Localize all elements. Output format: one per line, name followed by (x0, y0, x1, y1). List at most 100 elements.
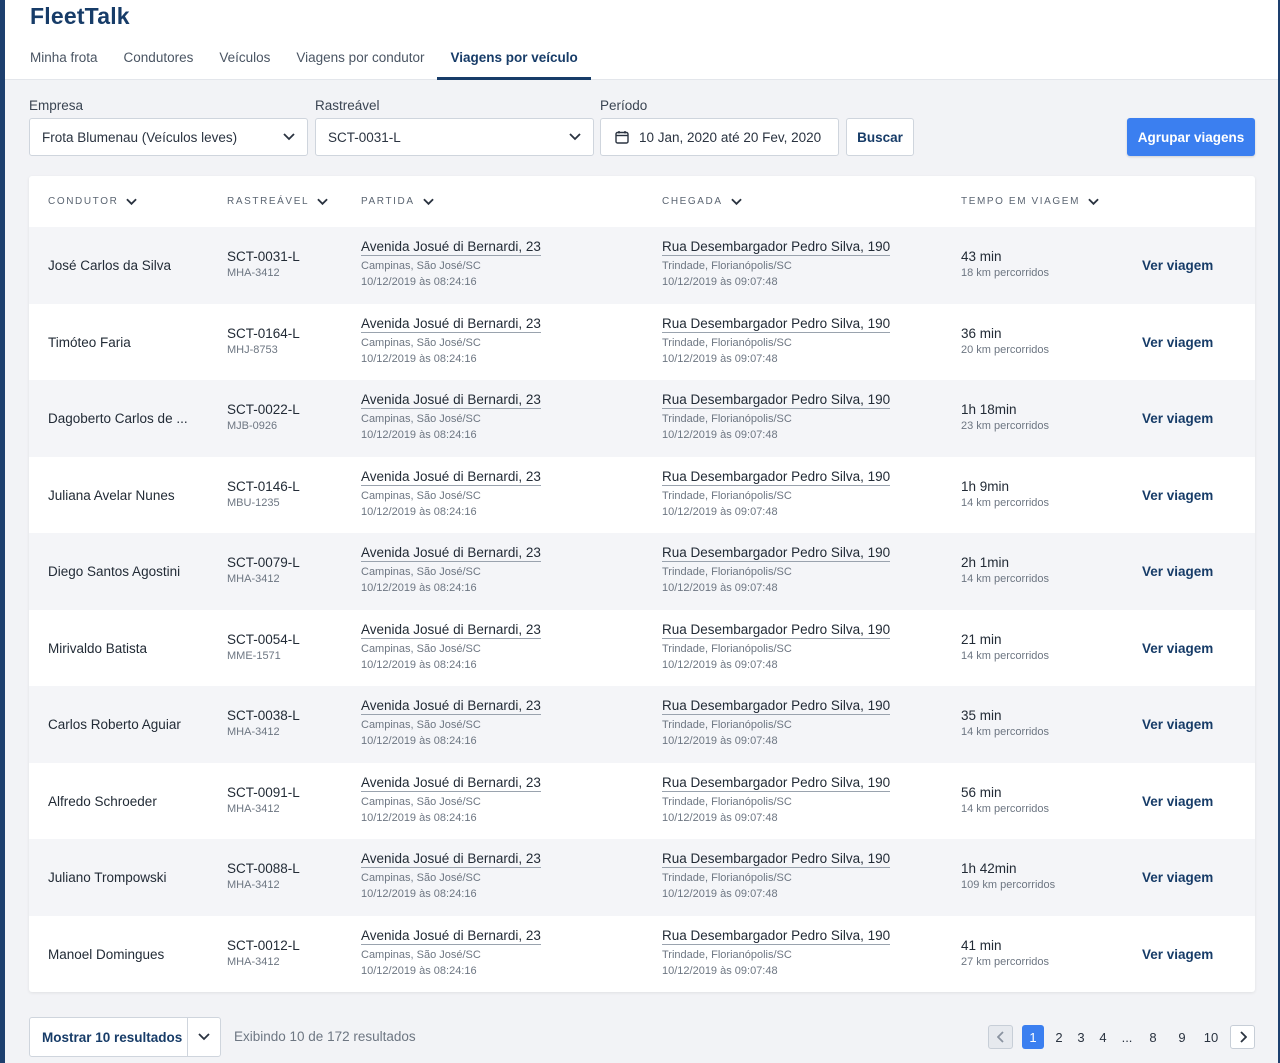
page-1[interactable]: 1 (1022, 1025, 1044, 1049)
tracker-select[interactable]: SCT-0031-L (315, 118, 594, 156)
page-9[interactable]: 9 (1172, 1025, 1192, 1049)
page-size-label: Mostrar 10 resultados (30, 1018, 188, 1056)
view-trip-link[interactable]: Ver viagem (1142, 947, 1213, 962)
departure-city: Campinas, São José/SC (361, 336, 481, 349)
table-header: CONDUTOR RASTREÁVEL PARTIDA CHEGADA TEMP… (29, 176, 1255, 227)
prev-page-button[interactable] (988, 1025, 1013, 1049)
departure-address-link[interactable]: Avenida Josué di Bernardi, 23 (361, 392, 541, 409)
page-size-dropdown-toggle[interactable] (188, 1018, 220, 1056)
arrival-city: Trindade, Florianópolis/SC (662, 948, 792, 961)
arrival-address-link[interactable]: Rua Desembargador Pedro Silva, 190 (662, 698, 891, 715)
trip-distance: 23 km percorridos (961, 420, 1050, 432)
departure-address-link[interactable]: Avenida Josué di Bernardi, 23 (361, 469, 541, 486)
arrival-address-link[interactable]: Rua Desembargador Pedro Silva, 190 (662, 545, 891, 562)
departure-address-link[interactable]: Avenida Josué di Bernardi, 23 (361, 545, 541, 562)
trip-duration: 35 min (961, 708, 1002, 723)
page-2[interactable]: 2 (1049, 1025, 1069, 1049)
arrival-city: Trindade, Florianópolis/SC (662, 566, 792, 578)
trip-duration: 2h 1min (961, 555, 1010, 570)
left-edge-bar (0, 0, 5, 1063)
view-trip-link[interactable]: Ver viagem (1142, 258, 1213, 273)
departure-address-link[interactable]: Avenida Josué di Bernardi, 23 (361, 698, 541, 715)
period-picker[interactable]: 10 Jan, 2020 até 20 Fev, 2020 (600, 118, 839, 156)
arrival-address-link[interactable]: Rua Desembargador Pedro Silva, 190 (662, 775, 891, 792)
header-driver[interactable]: CONDUTOR (48, 196, 138, 207)
header-duration[interactable]: TEMPO EM VIAGEM (961, 196, 1099, 207)
search-button[interactable]: Buscar (846, 118, 914, 156)
page-4[interactable]: 4 (1093, 1025, 1113, 1049)
arrival-address-link[interactable]: Rua Desembargador Pedro Silva, 190 (662, 316, 891, 333)
driver-name: Timóteo Faria (48, 334, 131, 350)
header-departure[interactable]: PARTIDA (361, 196, 434, 207)
arrival-cell: Rua Desembargador Pedro Silva, 190 Trinda… (662, 621, 891, 671)
tab-viagens-por-veiculo[interactable]: Viagens por veículo (437, 38, 591, 80)
trip-duration: 1h 9min (961, 478, 1010, 494)
departure-datetime: 10/12/2019 às 08:24:16 (361, 658, 477, 671)
tracker-cell: SCT-0088-L MHA-3412 (227, 861, 300, 891)
view-trip-link[interactable]: Ver viagem (1142, 488, 1213, 503)
next-page-button[interactable] (1230, 1025, 1255, 1049)
trip-distance: 27 km percorridos (961, 955, 1050, 968)
table-row: Timóteo Faria SCT-0164-L MHJ-8753 Avenida… (29, 304, 1255, 381)
header-duration-label: TEMPO EM VIAGEM (961, 196, 1081, 207)
arrival-address-link[interactable]: Rua Desembargador Pedro Silva, 190 (662, 928, 891, 945)
tracker-cell: SCT-0022-L MJB-0926 (227, 402, 300, 432)
chevron-down-icon (730, 198, 742, 205)
arrival-address-link[interactable]: Rua Desembargador Pedro Silva, 190 (662, 851, 891, 868)
table-footer: Mostrar 10 resultados Exibindo 10 de 172… (29, 1017, 1255, 1057)
arrival-cell: Rua Desembargador Pedro Silva, 190 Trinda… (662, 774, 891, 824)
page-3[interactable]: 3 (1071, 1025, 1091, 1049)
arrival-address-link[interactable]: Rua Desembargador Pedro Silva, 190 (662, 392, 891, 409)
chevron-down-icon (283, 133, 295, 141)
arrival-address-link[interactable]: Rua Desembargador Pedro Silva, 190 (662, 469, 891, 486)
arrival-cell: Rua Desembargador Pedro Silva, 190 Trinda… (662, 927, 891, 977)
chevron-down-icon (126, 198, 138, 205)
view-trip-link[interactable]: Ver viagem (1142, 335, 1213, 350)
arrival-cell: Rua Desembargador Pedro Silva, 190 Trinda… (662, 468, 891, 518)
trip-duration: 21 min (961, 631, 1002, 647)
departure-datetime: 10/12/2019 às 08:24:16 (361, 888, 477, 900)
view-trip-link[interactable]: Ver viagem (1142, 564, 1213, 579)
arrival-cell: Rua Desembargador Pedro Silva, 190 Trinda… (662, 315, 891, 365)
departure-address-link[interactable]: Avenida Josué di Bernardi, 23 (361, 622, 541, 639)
arrival-datetime: 10/12/2019 às 09:07:48 (662, 582, 778, 594)
departure-address-link[interactable]: Avenida Josué di Bernardi, 23 (361, 928, 541, 945)
departure-address-link[interactable]: Avenida Josué di Bernardi, 23 (361, 851, 541, 868)
tracker-cell: SCT-0031-L MHA-3412 (227, 249, 300, 279)
arrival-address-link[interactable]: Rua Desembargador Pedro Silva, 190 (662, 622, 891, 639)
page-10[interactable]: 10 (1201, 1025, 1221, 1049)
departure-address-link[interactable]: Avenida Josué di Bernardi, 23 (361, 239, 541, 256)
departure-datetime: 10/12/2019 às 08:24:16 (361, 276, 477, 288)
view-trip-link[interactable]: Ver viagem (1142, 794, 1213, 809)
view-trip-link[interactable]: Ver viagem (1142, 411, 1213, 426)
departure-city: Campinas, São José/SC (361, 948, 481, 961)
chevron-right-icon (1239, 1031, 1247, 1043)
tab-veiculos[interactable]: Veículos (206, 38, 283, 80)
tab-minha-frota[interactable]: Minha frota (17, 38, 111, 80)
driver-name: José Carlos da Silva (48, 258, 172, 273)
departure-city: Campinas, São José/SC (361, 795, 481, 808)
chevron-down-icon (317, 198, 328, 205)
group-trips-button[interactable]: Agrupar viagens (1127, 118, 1255, 156)
header-arrival[interactable]: CHEGADA (662, 196, 742, 207)
table-row: Dagoberto Carlos de ... SCT-0022-L MJB-09… (29, 380, 1255, 457)
departure-cell: Avenida Josué di Bernardi, 23 Campinas, S… (361, 238, 541, 288)
table-row: José Carlos da Silva SCT-0031-L MHA-3412 … (29, 227, 1255, 304)
page-8[interactable]: 8 (1143, 1025, 1163, 1049)
period-value: 10 Jan, 2020 até 20 Fev, 2020 (639, 129, 822, 145)
departure-datetime: 10/12/2019 às 08:24:16 (361, 964, 477, 977)
view-trip-link[interactable]: Ver viagem (1142, 717, 1213, 732)
header-tracker[interactable]: RASTREÁVEL (227, 196, 328, 207)
departure-address-link[interactable]: Avenida Josué di Bernardi, 23 (361, 316, 541, 333)
arrival-address-link[interactable]: Rua Desembargador Pedro Silva, 190 (662, 239, 891, 256)
page-size-select[interactable]: Mostrar 10 resultados (29, 1017, 221, 1057)
tab-condutores[interactable]: Condutores (111, 38, 207, 80)
departure-address-link[interactable]: Avenida Josué di Bernardi, 23 (361, 775, 541, 792)
driver-name: Alfredo Schroeder (48, 793, 157, 809)
view-trip-link[interactable]: Ver viagem (1142, 870, 1213, 885)
tab-viagens-por-condutor[interactable]: Viagens por condutor (283, 38, 437, 80)
trip-duration: 43 min (961, 249, 1002, 264)
view-trip-link[interactable]: Ver viagem (1142, 641, 1213, 656)
company-select[interactable]: Frota Blumenau (Veículos leves) (29, 118, 308, 156)
driver-name: Mirivaldo Batista (48, 640, 148, 656)
